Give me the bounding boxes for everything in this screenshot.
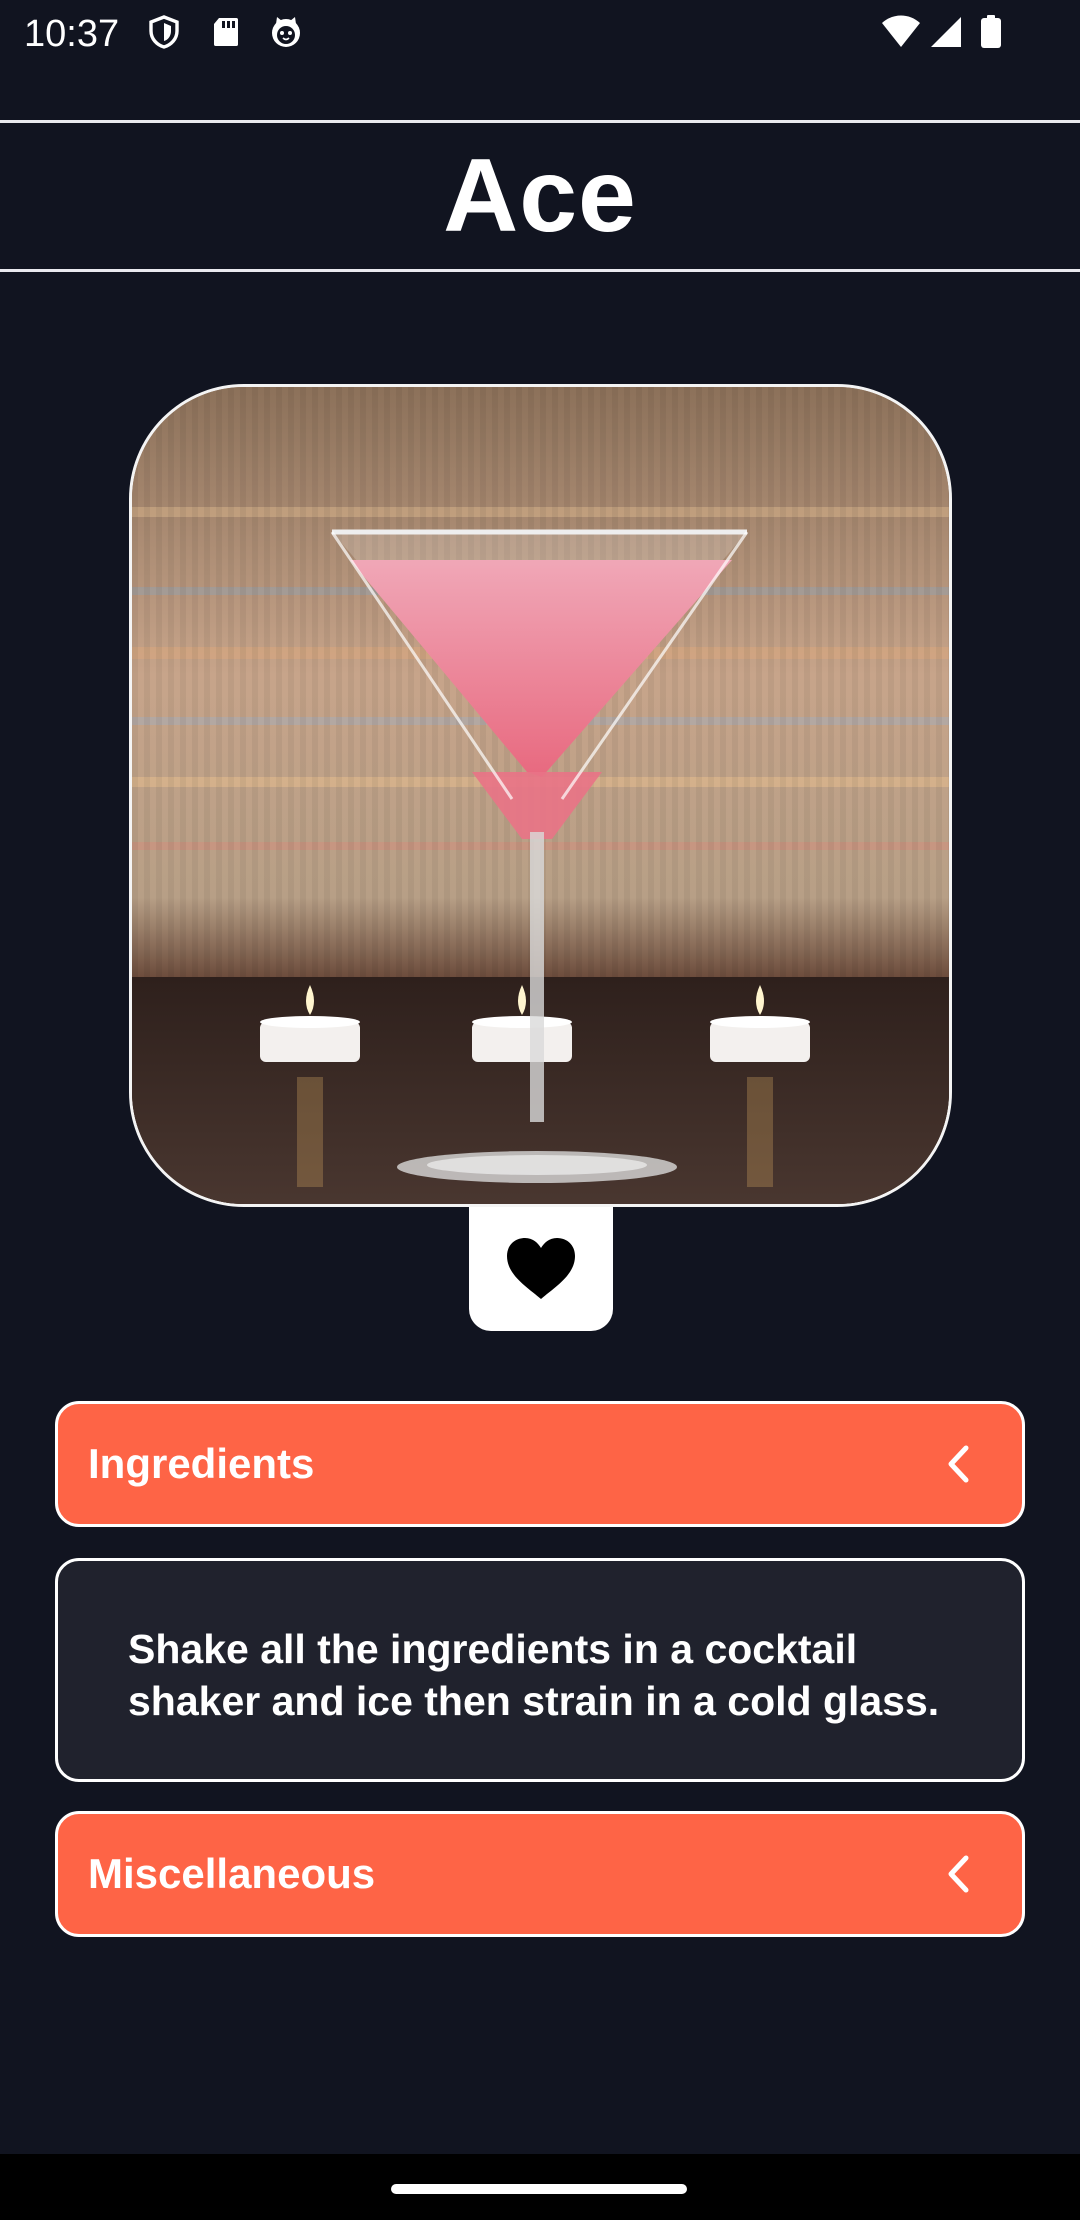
favorite-button[interactable] [469, 1207, 613, 1331]
drink-detail-screen: 10:37 Ace Ingredients Shake all the ingr… [0, 0, 1080, 2220]
chevron-left-icon [948, 1855, 969, 1893]
signal-icon [931, 17, 961, 47]
cocktail-photo [129, 384, 952, 1207]
ingredients-accordion[interactable]: Ingredients [55, 1401, 1025, 1527]
wifi-icon [882, 15, 920, 47]
battery-icon [981, 15, 1001, 48]
heart-icon [507, 1238, 575, 1299]
cocktail-image [132, 387, 949, 1204]
ingredients-label: Ingredients [88, 1440, 315, 1487]
instructions-card: Shake all the ingredients in a cocktail … [55, 1558, 1025, 1782]
navigation-bar [0, 2154, 1080, 2220]
cat-face-icon [272, 17, 300, 47]
page-title: Ace [443, 137, 637, 254]
status-time: 10:37 [24, 13, 120, 55]
shield-icon [149, 15, 179, 49]
sd-card-icon [214, 18, 238, 46]
chevron-left-icon [948, 1445, 969, 1483]
miscellaneous-accordion[interactable]: Miscellaneous [55, 1811, 1025, 1937]
home-gesture-handle[interactable] [391, 2184, 687, 2194]
instructions-text: Shake all the ingredients in a cocktail … [128, 1626, 940, 1724]
header-bar: Ace [0, 120, 1080, 272]
miscellaneous-label: Miscellaneous [88, 1850, 376, 1897]
status-bar: 10:37 [0, 0, 1080, 66]
